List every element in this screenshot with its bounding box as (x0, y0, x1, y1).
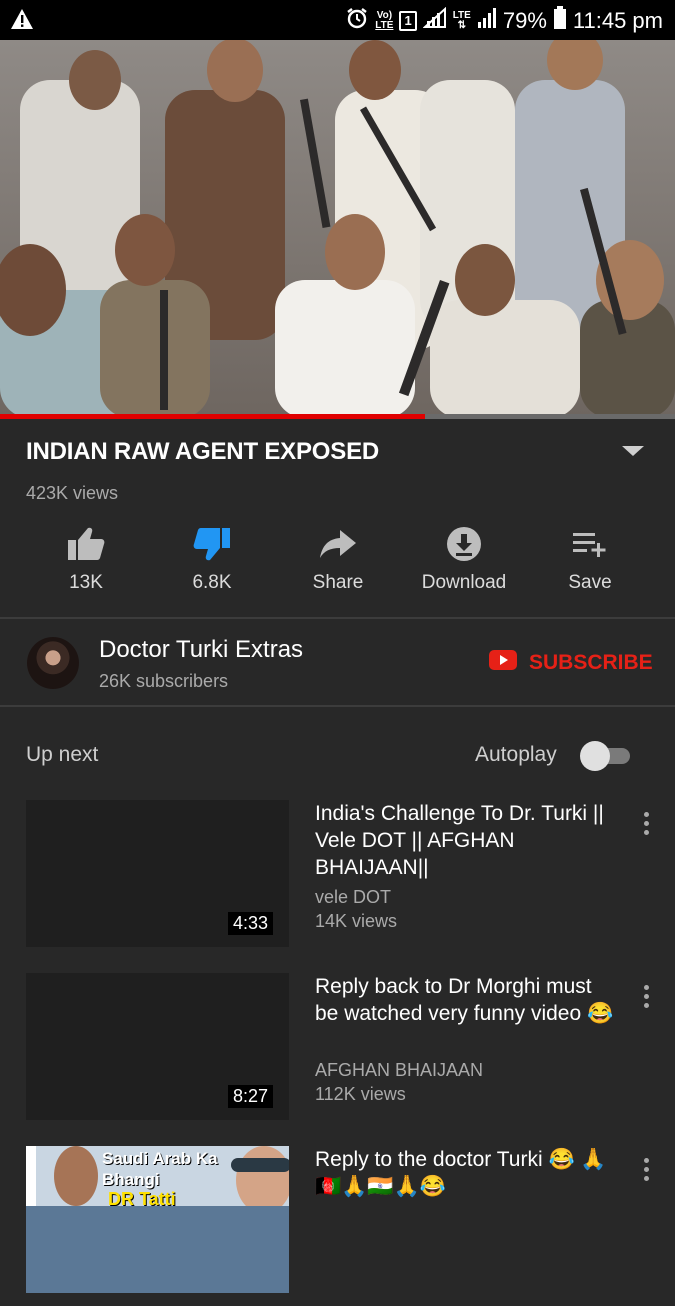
toggle-knob (580, 741, 610, 771)
list-item[interactable]: 4:33 India's Challenge To Dr. Turki || V… (0, 800, 675, 960)
channel-name: vele DOT (315, 887, 392, 907)
signal-2-icon (477, 8, 497, 34)
download-label: Download (421, 572, 507, 593)
divider (0, 705, 675, 707)
video-progress-bar[interactable] (0, 414, 675, 419)
video-title[interactable]: India's Challenge To Dr. Turki || Vele D… (315, 800, 615, 881)
download-icon (446, 522, 482, 566)
autoplay-toggle[interactable] (580, 741, 630, 771)
video-thumbnail[interactable]: Saudi Arab Ka Bhangi DR Tatti (26, 1146, 289, 1293)
share-button[interactable]: Share (275, 522, 401, 602)
video-progress-fill (0, 414, 426, 419)
video-frame (0, 40, 675, 418)
more-options-icon[interactable] (638, 812, 654, 840)
signal-icon (422, 6, 447, 35)
more-options-icon[interactable] (638, 985, 654, 1013)
action-bar: 13K 6.8K Share Download Save (23, 522, 653, 602)
thumbnail-caption: Saudi Arab Ka Bhangi (102, 1149, 218, 1189)
view-count: 423K views (26, 483, 119, 503)
like-button[interactable]: 13K (23, 522, 149, 602)
channel-name[interactable]: Doctor Turki Extras (99, 636, 303, 664)
subscribe-label: SUBSCRIBE (529, 651, 653, 674)
expand-description-icon[interactable] (620, 444, 646, 463)
video-thumbnail[interactable]: 8:27 (26, 973, 289, 1120)
video-title: INDIAN RAW AGENT EXPOSED (26, 438, 380, 465)
save-button[interactable]: Save (527, 522, 653, 602)
video-title[interactable]: Reply back to Dr Morghi must be watched … (315, 973, 615, 1027)
playlist-add-icon (571, 522, 609, 566)
lte-indicator: LTE ⇅ (452, 10, 471, 31)
more-options-icon[interactable] (638, 1158, 654, 1186)
thumbs-down-icon (192, 522, 232, 566)
download-button[interactable]: Download (401, 522, 527, 602)
channel-name: AFGHAN BHAIJAAN (315, 1060, 484, 1080)
view-count: 14K views (315, 911, 398, 931)
video-thumbnail[interactable]: 4:33 (26, 800, 289, 947)
list-item[interactable]: 8:27 Reply back to Dr Morghi must be wat… (0, 973, 675, 1133)
youtube-logo-icon (489, 650, 517, 676)
video-player[interactable] (0, 40, 675, 418)
up-next-heading: Up next (26, 743, 99, 766)
battery-icon (553, 6, 567, 36)
video-title[interactable]: Reply to the doctor Turki 😂 🙏🇦🇫🙏🇮🇳🙏😂 (315, 1146, 615, 1200)
thumbs-up-icon (66, 522, 106, 566)
dislike-count: 6.8K (192, 572, 232, 593)
duration-badge: 4:33 (227, 912, 273, 935)
subscribe-button[interactable]: SUBSCRIBE (489, 650, 653, 676)
channel-avatar[interactable] (27, 637, 79, 689)
like-count: 13K (69, 572, 103, 593)
dislike-button[interactable]: 6.8K (149, 522, 275, 602)
duration-badge: 8:27 (227, 1085, 273, 1108)
warning-icon (10, 8, 34, 35)
sim-indicator: 1 (399, 11, 417, 31)
save-label: Save (568, 572, 612, 593)
clock: 11:45 pm (572, 8, 663, 33)
view-count: 112K views (315, 1084, 406, 1104)
divider (0, 617, 675, 619)
share-icon (318, 522, 358, 566)
alarm-icon (345, 6, 369, 36)
battery-percent: 79% (502, 8, 547, 33)
volte-indicator: Vo) LTE (375, 10, 394, 31)
list-item[interactable]: Saudi Arab Ka Bhangi DR Tatti Reply to t… (0, 1146, 675, 1306)
status-bar: Vo) LTE 1 LTE ⇅ 79% 11:45 pm (0, 0, 675, 40)
share-label: Share (312, 572, 364, 593)
subscriber-count: 26K subscribers (99, 671, 229, 691)
autoplay-label: Autoplay (475, 743, 557, 766)
